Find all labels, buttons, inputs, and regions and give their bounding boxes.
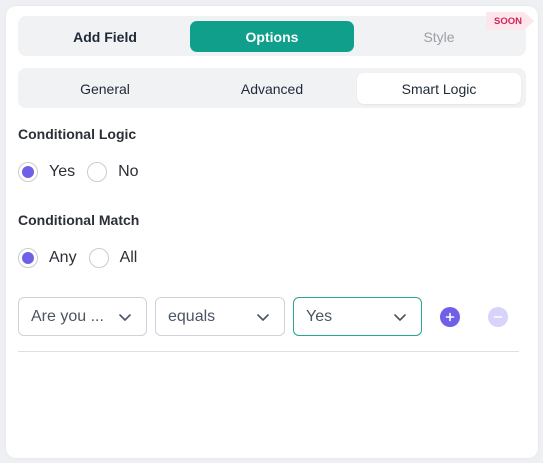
tab-smart-logic[interactable]: Smart Logic [357,73,521,104]
tab-options[interactable]: Options [190,21,354,52]
radio-logic-yes-label: Yes [49,163,76,180]
chevron-down-icon [257,314,269,321]
radio-logic-yes[interactable] [18,162,38,182]
soon-badge: SOON [486,12,534,30]
rule-value-select[interactable]: Yes [293,297,422,336]
chevron-down-icon [119,314,131,321]
chevron-down-icon [394,314,406,321]
tab-add-field[interactable]: Add Field [23,21,187,52]
radio-selected-dot [22,252,34,264]
conditional-logic-label: Conditional Logic [18,126,137,142]
conditional-logic-options: Yes No [18,162,151,182]
radio-selected-dot [22,166,34,178]
main-tabs: Add Field Options Style [18,16,526,56]
tab-advanced[interactable]: Advanced [190,73,354,104]
remove-rule-button[interactable] [488,307,508,327]
rule-field-value: Are you ... [31,307,104,325]
rule-field-select[interactable]: Are you ... [18,297,147,336]
divider [18,351,519,352]
radio-match-any-label: Any [49,249,77,266]
rule-value-value: Yes [306,307,333,325]
add-rule-button[interactable] [440,307,460,327]
conditional-match-label: Conditional Match [18,212,140,228]
conditional-match-options: Any All [18,248,149,268]
rule-operator-select[interactable]: equals [155,297,285,336]
radio-logic-no-label: No [118,163,139,180]
rule-operator-value: equals [168,307,216,325]
minus-icon [493,316,503,318]
tab-general[interactable]: General [23,73,187,104]
sub-tabs: General Advanced Smart Logic [18,68,526,108]
radio-match-all[interactable] [88,248,109,268]
field-settings-panel: Add Field Options Style SOON General Adv… [6,6,538,458]
radio-match-any[interactable] [18,248,38,268]
plus-icon [445,312,455,322]
radio-logic-no[interactable] [87,162,108,182]
radio-match-all-label: All [119,249,138,266]
